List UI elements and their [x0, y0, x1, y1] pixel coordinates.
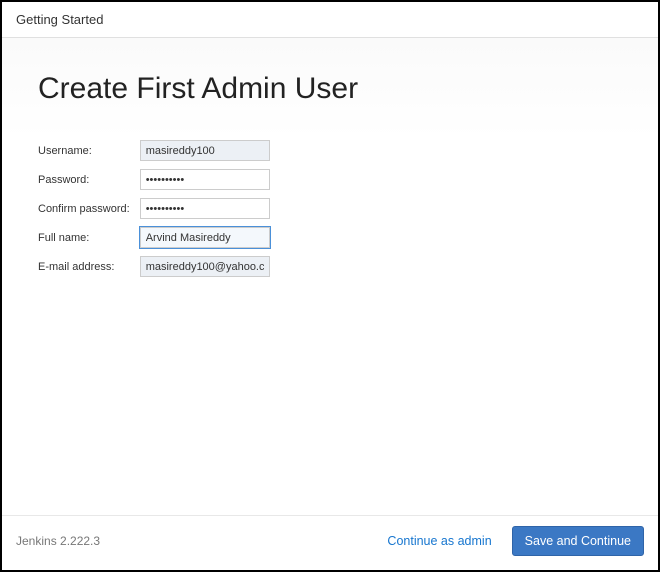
label-fullname: Full name: — [38, 225, 140, 250]
wizard-footer: Jenkins 2.222.3 Continue as admin Save a… — [2, 515, 658, 570]
row-email: E-mail address: — [38, 254, 270, 279]
wizard-title: Getting Started — [16, 12, 103, 27]
jenkins-version: Jenkins 2.222.3 — [16, 534, 100, 548]
row-fullname: Full name: — [38, 225, 270, 250]
label-email: E-mail address: — [38, 254, 140, 279]
username-field[interactable] — [140, 140, 270, 161]
admin-user-form: Username: Password: Confirm password: Fu… — [38, 134, 270, 283]
page-title: Create First Admin User — [38, 72, 622, 106]
continue-as-admin-button[interactable]: Continue as admin — [383, 528, 495, 554]
row-confirm-password: Confirm password: — [38, 196, 270, 221]
label-confirm-password: Confirm password: — [38, 196, 140, 221]
footer-actions: Continue as admin Save and Continue — [383, 526, 644, 556]
email-field[interactable] — [140, 256, 270, 277]
row-password: Password: — [38, 167, 270, 192]
label-password: Password: — [38, 167, 140, 192]
fullname-field[interactable] — [140, 227, 270, 248]
save-and-continue-button[interactable]: Save and Continue — [512, 526, 644, 556]
wizard-content: Create First Admin User Username: Passwo… — [2, 38, 658, 515]
row-username: Username: — [38, 138, 270, 163]
password-field[interactable] — [140, 169, 270, 190]
wizard-header: Getting Started — [2, 2, 658, 37]
confirm-password-field[interactable] — [140, 198, 270, 219]
label-username: Username: — [38, 138, 140, 163]
